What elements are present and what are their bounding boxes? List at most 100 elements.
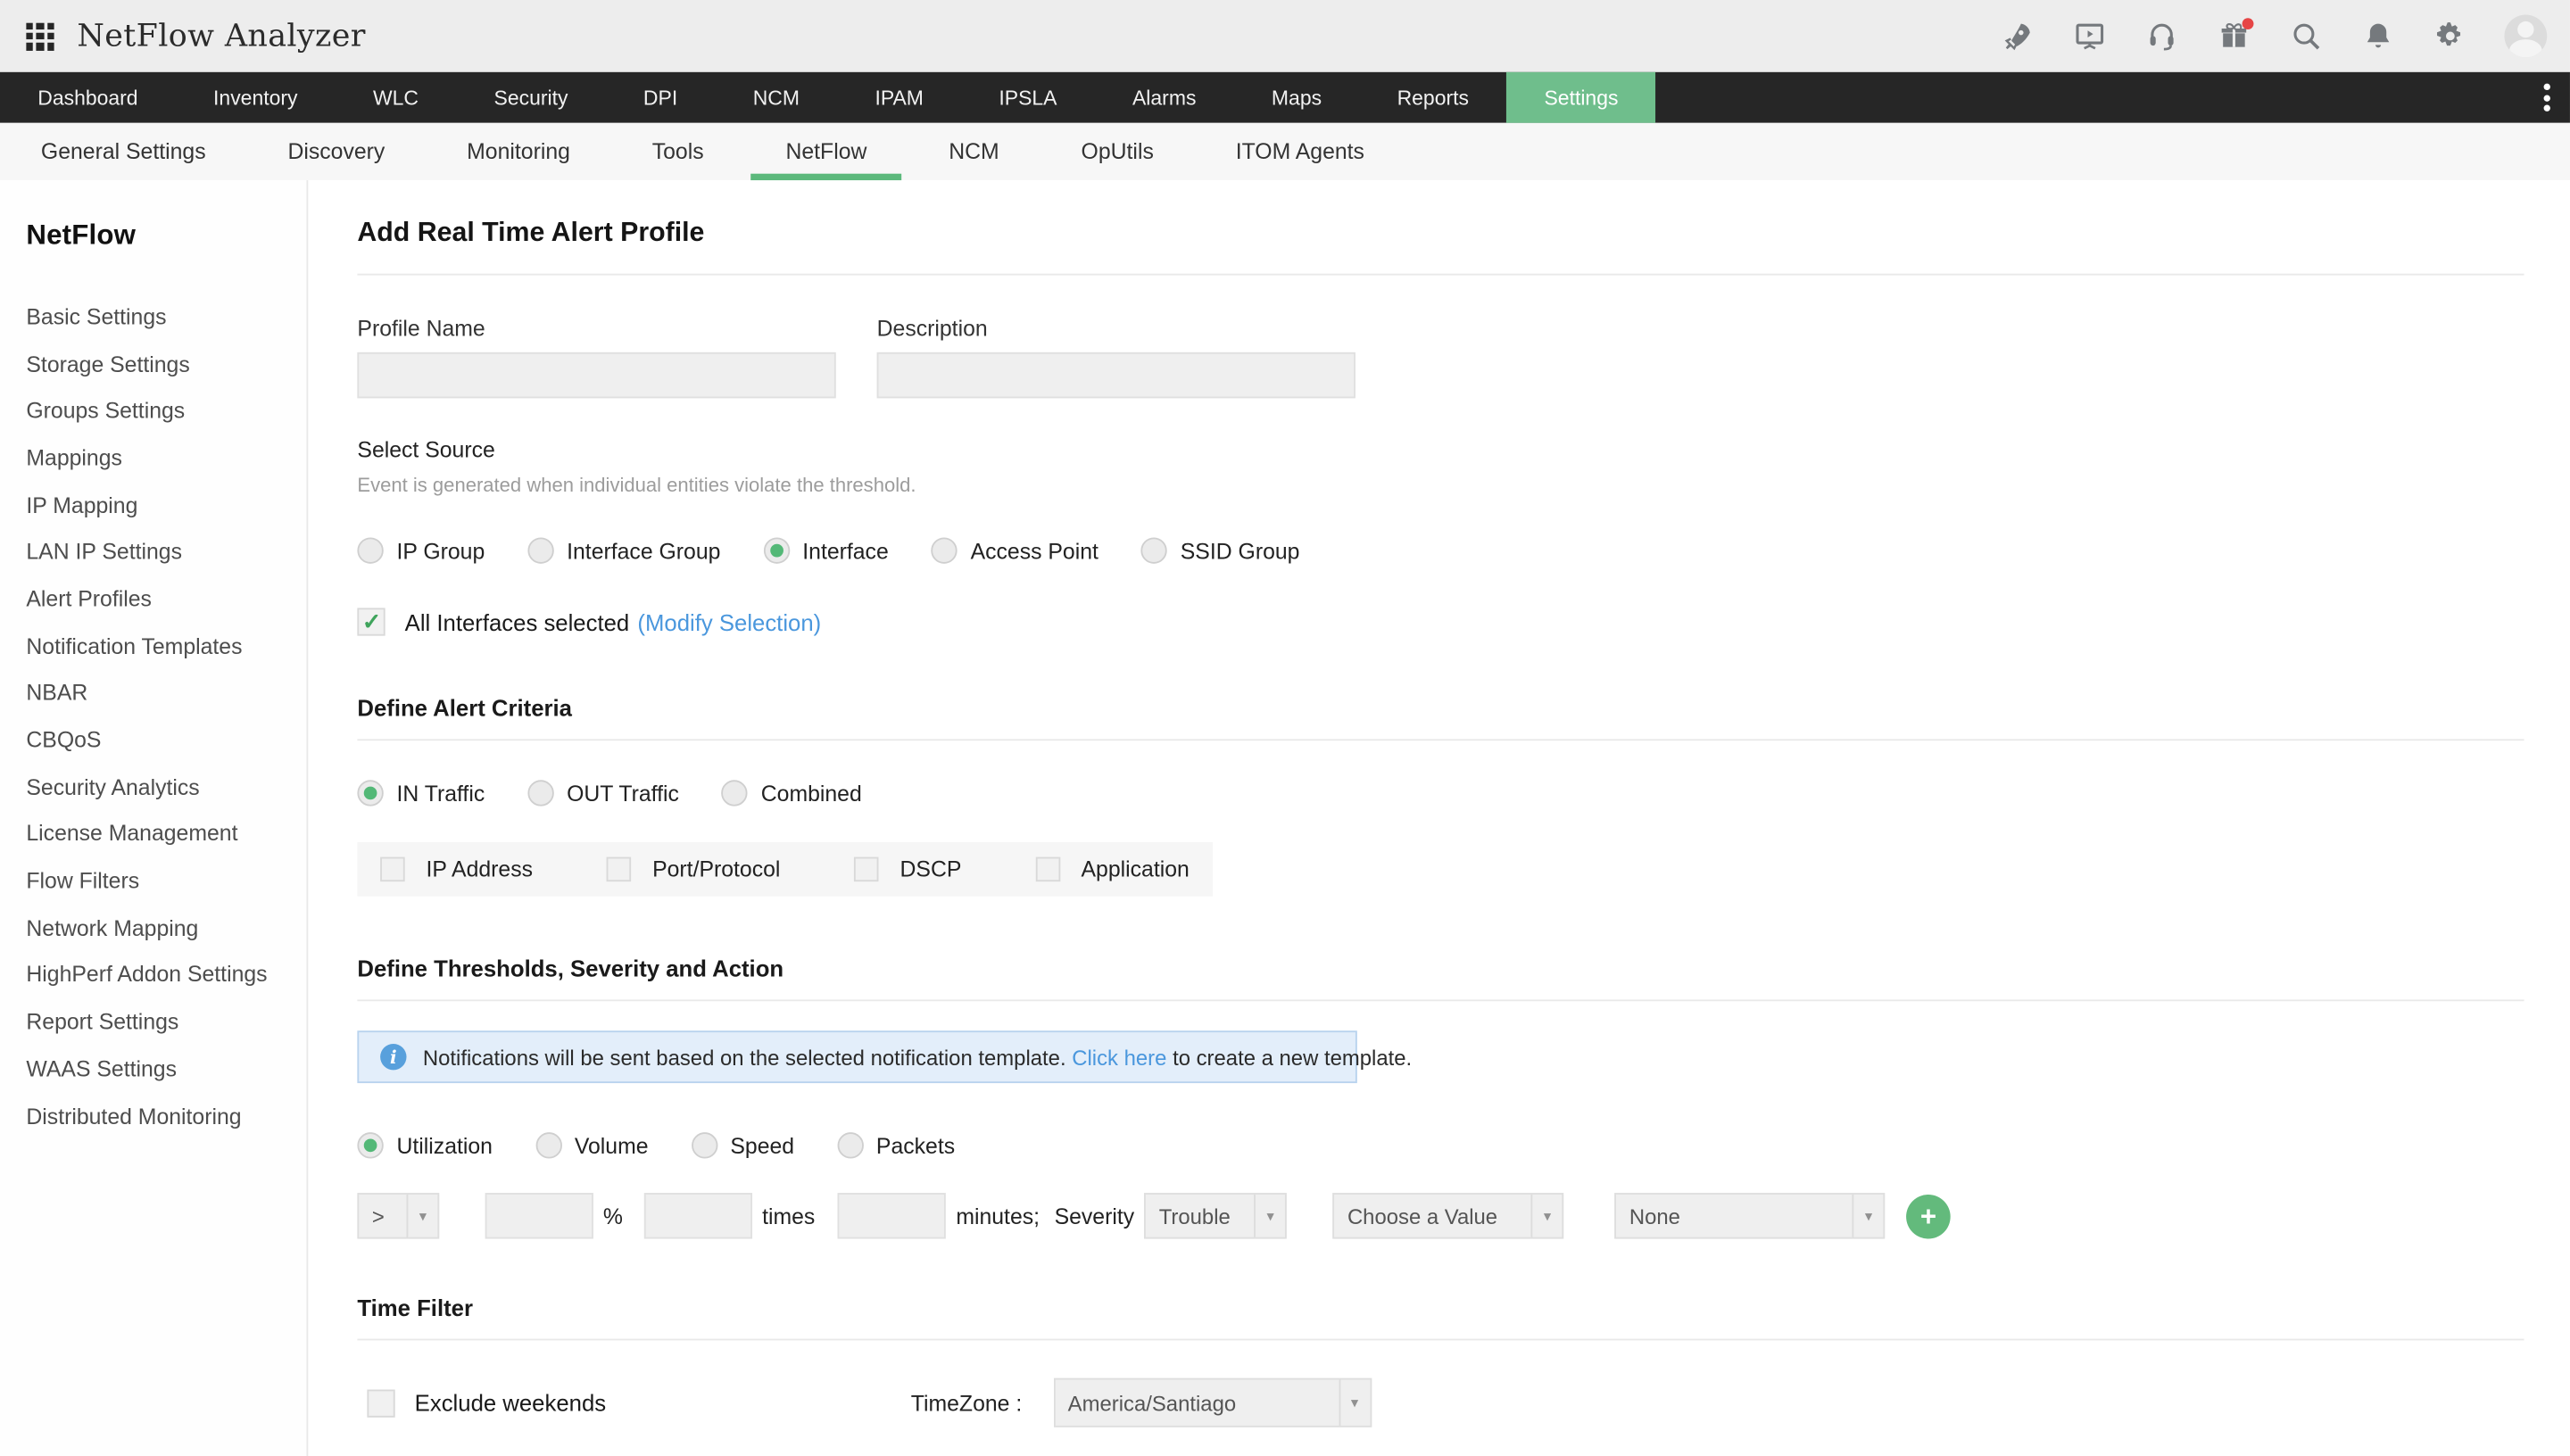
timezone-value: America/Santiago (1055, 1380, 1339, 1426)
gift-icon[interactable] (2216, 19, 2251, 54)
radio-in-traffic[interactable]: IN Traffic (357, 780, 485, 806)
threshold-value-input[interactable] (485, 1193, 593, 1238)
all-interfaces-checkbox[interactable] (357, 608, 385, 635)
radio-combined[interactable]: Combined (722, 780, 862, 806)
tab-ipam[interactable]: IPAM (837, 72, 961, 123)
radio-out-traffic[interactable]: OUT Traffic (527, 780, 679, 806)
radio-access-point[interactable]: Access Point (932, 537, 1098, 563)
radio-in-traffic-control[interactable] (357, 780, 383, 806)
info-text: Notifications will be sent based on the … (423, 1045, 1412, 1070)
radio-interface-group-control[interactable] (527, 537, 553, 563)
radio-volume-control[interactable] (535, 1132, 561, 1158)
profile-name-input[interactable] (357, 352, 835, 398)
demo-player-icon[interactable] (2072, 19, 2107, 54)
modify-selection-link[interactable]: (Modify Selection) (637, 608, 821, 634)
tab-reports[interactable]: Reports (1359, 72, 1506, 123)
subtab-netflow[interactable]: NetFlow (745, 123, 908, 180)
subtab-discovery[interactable]: Discovery (247, 123, 427, 180)
checkbox-application[interactable]: Application (1035, 857, 1190, 882)
sidebar-item-network-mapping[interactable]: Network Mapping (26, 905, 306, 952)
sidebar-item-lan-ip-settings[interactable]: LAN IP Settings (26, 528, 306, 575)
sidebar-item-cbqos[interactable]: CBQoS (26, 716, 306, 764)
sidebar-item-alert-profiles[interactable]: Alert Profiles (26, 575, 306, 623)
radio-interface[interactable]: Interface (763, 537, 889, 563)
radio-interface-group[interactable]: Interface Group (527, 537, 720, 563)
gear-icon[interactable] (2433, 19, 2467, 54)
radio-out-traffic-control[interactable] (527, 780, 553, 806)
subtab-monitoring[interactable]: Monitoring (426, 123, 611, 180)
subtab-itom-agents[interactable]: ITOM Agents (1195, 123, 1405, 180)
radio-ssid-group[interactable]: SSID Group (1141, 537, 1300, 563)
radio-utilization[interactable]: Utilization (357, 1132, 493, 1158)
radio-volume[interactable]: Volume (535, 1132, 649, 1158)
sidebar-item-storage-settings[interactable]: Storage Settings (26, 340, 306, 387)
radio-speed[interactable]: Speed (691, 1132, 794, 1158)
subtab-general-settings[interactable]: General Settings (0, 123, 247, 180)
checkbox-ip-address[interactable]: IP Address (380, 857, 533, 882)
exclude-weekends-checkbox[interactable] (367, 1389, 394, 1417)
sidebar-item-ip-mapping[interactable]: IP Mapping (26, 482, 306, 529)
tab-dashboard[interactable]: Dashboard (0, 72, 176, 123)
click-here-link[interactable]: Click here (1072, 1045, 1166, 1070)
rocket-icon[interactable] (2000, 19, 2035, 54)
tab-alarms[interactable]: Alarms (1095, 72, 1234, 123)
sidebar-item-security-analytics[interactable]: Security Analytics (26, 764, 306, 811)
add-threshold-button[interactable]: + (1906, 1194, 1951, 1238)
tab-ncm[interactable]: NCM (715, 72, 837, 123)
user-avatar[interactable] (2504, 15, 2547, 58)
sidebar-item-mappings[interactable]: Mappings (26, 434, 306, 482)
tab-dpi[interactable]: DPI (606, 72, 716, 123)
headset-icon[interactable] (2143, 19, 2178, 54)
radio-interface-control[interactable] (763, 537, 789, 563)
radio-packets-control[interactable] (837, 1132, 863, 1158)
application-checkbox[interactable] (1035, 857, 1060, 882)
sidebar-item-waas-settings[interactable]: WAAS Settings (26, 1046, 306, 1093)
sidebar-item-basic-settings[interactable]: Basic Settings (26, 294, 306, 341)
tab-maps[interactable]: Maps (1234, 72, 1360, 123)
sidebar-item-flow-filters[interactable]: Flow Filters (26, 857, 306, 905)
ip-address-checkbox[interactable] (380, 857, 405, 882)
subtab-ncm[interactable]: NCM (908, 123, 1040, 180)
radio-packets[interactable]: Packets (837, 1132, 955, 1158)
port-protocol-checkbox[interactable] (607, 857, 632, 882)
action-dropdown[interactable]: Choose a Value (1332, 1193, 1563, 1238)
sidebar-item-notification-templates[interactable]: Notification Templates (26, 623, 306, 670)
sidebar-item-distributed-monitoring[interactable]: Distributed Monitoring (26, 1093, 306, 1140)
search-icon[interactable] (2288, 19, 2323, 54)
tab-inventory[interactable]: Inventory (176, 72, 336, 123)
description-input[interactable] (877, 352, 1355, 398)
sidebar-item-license-management[interactable]: License Management (26, 810, 306, 857)
severity-dropdown[interactable]: Trouble (1144, 1193, 1287, 1238)
divider (357, 1339, 2524, 1341)
dscp-checkbox[interactable] (854, 857, 879, 882)
subtab-oputils[interactable]: OpUtils (1040, 123, 1195, 180)
minutes-input[interactable] (838, 1193, 946, 1238)
more-options-kebab-icon[interactable] (2524, 72, 2570, 123)
radio-ip-group[interactable]: IP Group (357, 537, 485, 563)
bell-icon[interactable] (2360, 19, 2395, 54)
sidebar-item-groups-settings[interactable]: Groups Settings (26, 387, 306, 434)
radio-combined-control[interactable] (722, 780, 748, 806)
radio-ip-group-control[interactable] (357, 537, 383, 563)
tab-security[interactable]: Security (456, 72, 605, 123)
application-window: NetFlow Analyzer (0, 0, 2570, 1456)
sidebar-item-report-settings[interactable]: Report Settings (26, 998, 306, 1046)
sidebar-title: NetFlow (26, 219, 306, 252)
subtab-tools[interactable]: Tools (611, 123, 745, 180)
tab-settings[interactable]: Settings (1506, 72, 1655, 123)
radio-utilization-control[interactable] (357, 1132, 383, 1158)
checkbox-port-protocol[interactable]: Port/Protocol (607, 857, 781, 882)
tab-wlc[interactable]: WLC (336, 72, 457, 123)
radio-speed-control[interactable] (691, 1132, 717, 1158)
notification-template-dropdown[interactable]: None (1614, 1193, 1885, 1238)
operator-dropdown[interactable]: > (357, 1193, 439, 1238)
radio-ssid-group-control[interactable] (1141, 537, 1167, 563)
timezone-dropdown[interactable]: America/Santiago (1053, 1378, 1371, 1427)
sidebar-item-highperf-addon-settings[interactable]: HighPerf Addon Settings (26, 951, 306, 998)
times-input[interactable] (644, 1193, 752, 1238)
tab-ipsla[interactable]: IPSLA (961, 72, 1095, 123)
checkbox-dscp[interactable]: DSCP (854, 857, 961, 882)
app-launcher-icon[interactable] (26, 22, 54, 50)
sidebar-item-nbar[interactable]: NBAR (26, 669, 306, 716)
radio-access-point-control[interactable] (932, 537, 958, 563)
